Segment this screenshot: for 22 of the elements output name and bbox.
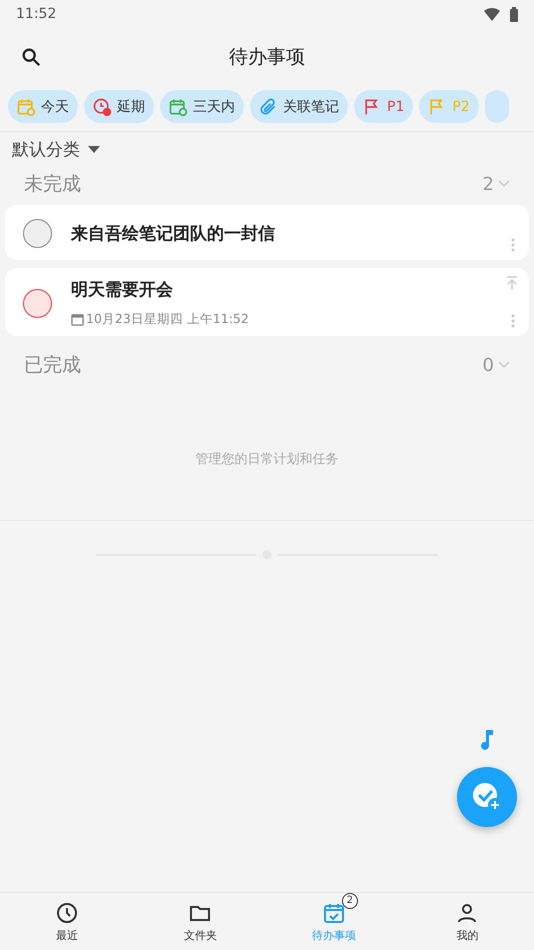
filter-chip[interactable]: 三天内 [160, 90, 244, 123]
task-title: 明天需要开会 [71, 279, 173, 301]
nav-tab[interactable]: 文件夹 [134, 893, 267, 950]
section-count: 2 [482, 174, 494, 194]
task-card[interactable]: 来自吾绘笔记团队的一封信 [5, 205, 529, 260]
filter-chip[interactable]: 延期 [84, 90, 154, 123]
empty-hint: 管理您的日常计划和任务 [196, 452, 338, 467]
status-time: 11:52 [16, 6, 56, 22]
page-title: 待办事项 [229, 45, 305, 70]
nav-tab[interactable]: 我的 [400, 893, 534, 950]
category-label[interactable]: 默认分类 [12, 138, 80, 161]
filter-chip[interactable]: 今天 [8, 90, 78, 123]
count-badge: 2 [342, 892, 358, 908]
filter-chip[interactable]: 关联笔记 [250, 90, 348, 123]
task-due-date: 10月23日星期四 上午11:52 [86, 311, 249, 328]
section-count: 0 [482, 354, 494, 376]
section-title: 已完成 [24, 353, 81, 378]
task-title: 来自吾绘笔记团队的一封信 [71, 223, 275, 245]
task-card[interactable]: 明天需要开会 10月23日星期四 上午11:52 [5, 268, 529, 336]
nav-tab[interactable]: 最近 [0, 893, 134, 950]
nav-tab[interactable]: 2 待办事项 [267, 893, 400, 950]
section-title: 未完成 [24, 172, 81, 197]
